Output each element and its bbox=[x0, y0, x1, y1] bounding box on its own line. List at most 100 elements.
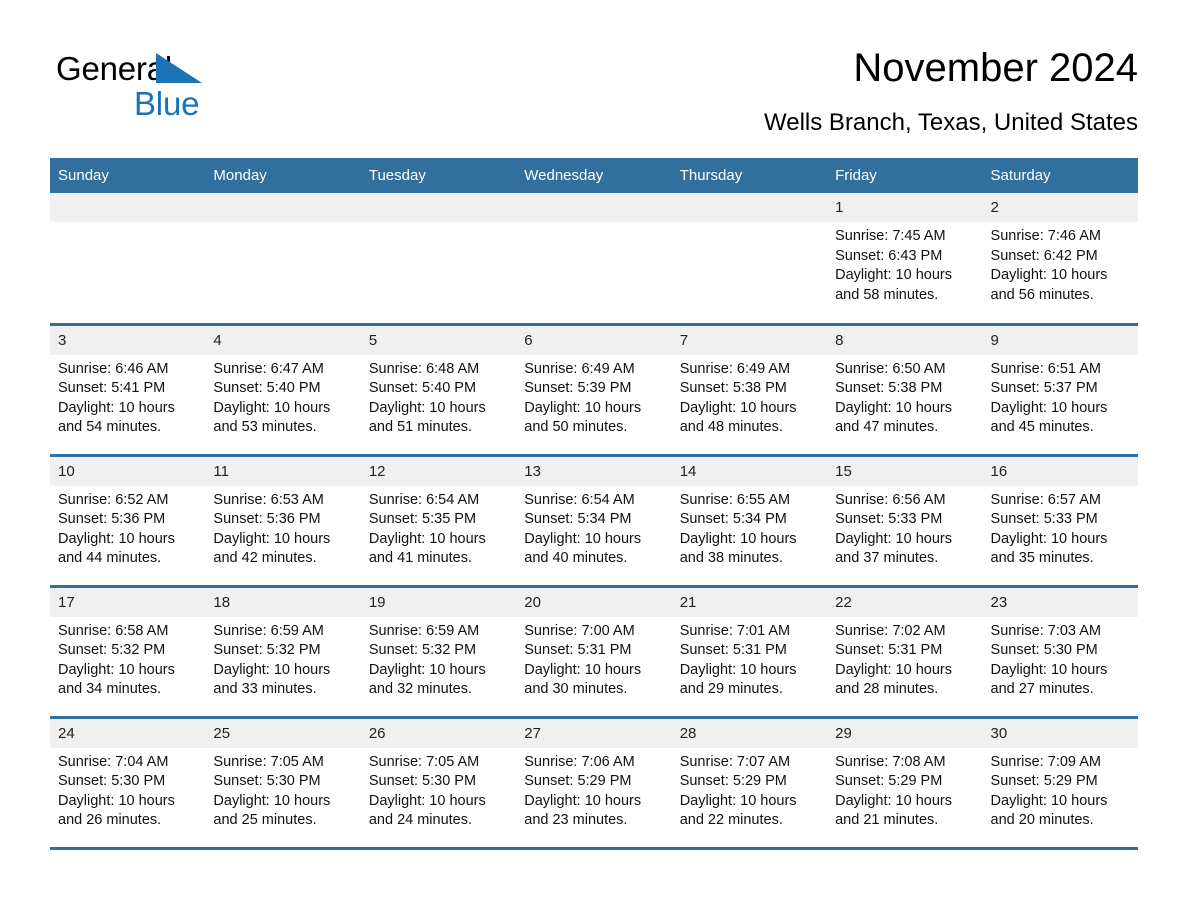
calendar-day-cell[interactable]: 1 Sunrise: 7:45 AM Sunset: 6:43 PM Daylight… bbox=[827, 193, 983, 326]
sunset-text: Sunset: 5:29 PM bbox=[679, 773, 787, 790]
day-details: Sunrise: 6:58 AM Sunset: 5:32 PM Daylight:… bbox=[50, 617, 205, 700]
sunrise-text: Sunrise: 7:09 AM bbox=[990, 753, 1101, 770]
calendar-day-cell[interactable]: 18 Sunrise: 6:59 AM Sunset: 5:32 PM Dayligh… bbox=[205, 586, 361, 719]
day-number: 17 bbox=[50, 587, 206, 617]
day-number: 11 bbox=[205, 456, 361, 486]
calendar-day-cell[interactable]: 14 Sunrise: 6:55 AM Sunset: 5:34 PM Dayligh… bbox=[671, 455, 828, 588]
sunset-text: Sunset: 5:33 PM bbox=[990, 511, 1098, 528]
calendar-day-cell[interactable]: 11 Sunrise: 6:53 AM Sunset: 5:36 PM Dayligh… bbox=[205, 455, 361, 588]
calendar-day-cell[interactable]: 3 Sunrise: 6:46 AM Sunset: 5:41 PM Daylight… bbox=[50, 324, 206, 457]
sunset-text: Sunset: 5:39 PM bbox=[524, 380, 632, 397]
daylight-text: Daylight: 10 hours and 41 minutes. bbox=[368, 530, 486, 567]
calendar-day-cell[interactable]: 6 Sunrise: 6:49 AM Sunset: 5:39 PM Daylight… bbox=[516, 324, 672, 457]
calendar-day-cell[interactable]: 7 Sunrise: 6:49 AM Sunset: 5:38 PM Daylight… bbox=[671, 324, 828, 457]
daylight-text: Daylight: 10 hours and 23 minutes. bbox=[524, 792, 642, 829]
calendar-day-cell[interactable]: 8 Sunrise: 6:50 AM Sunset: 5:38 PM Daylight… bbox=[827, 324, 983, 457]
sunset-text: Sunset: 5:35 PM bbox=[368, 511, 477, 528]
daylight-text: Daylight: 10 hours and 35 minutes. bbox=[990, 530, 1108, 567]
daylight-text: Daylight: 10 hours and 28 minutes. bbox=[835, 661, 952, 698]
sunset-text: Sunset: 5:29 PM bbox=[524, 773, 632, 790]
calendar-day-cell[interactable]: 24 Sunrise: 7:04 AM Sunset: 5:30 PM Dayligh… bbox=[50, 717, 206, 850]
calendar-day-cell[interactable]: 22 Sunrise: 7:02 AM Sunset: 5:31 PM Dayligh… bbox=[827, 586, 983, 719]
day-details: Sunrise: 6:52 AM Sunset: 5:36 PM Daylight:… bbox=[50, 486, 205, 569]
day-details: Sunrise: 7:09 AM Sunset: 5:29 PM Daylight:… bbox=[983, 748, 1138, 831]
day-details: Sunrise: 6:55 AM Sunset: 5:34 PM Daylight:… bbox=[672, 486, 827, 569]
day-number: 29 bbox=[827, 718, 983, 748]
sunset-text: Sunset: 5:36 PM bbox=[213, 511, 321, 528]
day-number: 18 bbox=[205, 587, 361, 617]
calendar-day-cell[interactable]: 20 Sunrise: 7:00 AM Sunset: 5:31 PM Dayligh… bbox=[516, 586, 672, 719]
calendar-page: General Blue November 2024 Wells Branch,… bbox=[0, 0, 1188, 918]
sunset-text: Sunset: 5:32 PM bbox=[213, 642, 321, 659]
sunset-text: Sunset: 5:32 PM bbox=[368, 642, 477, 659]
calendar-day-cell[interactable]: 25 Sunrise: 7:05 AM Sunset: 5:30 PM Dayligh… bbox=[205, 717, 361, 850]
logo-triangle-icon bbox=[156, 53, 204, 88]
daylight-text: Daylight: 10 hours and 24 minutes. bbox=[368, 792, 486, 829]
location-subtitle: Wells Branch, Texas, United States bbox=[764, 109, 1138, 136]
day-number: 5 bbox=[360, 325, 517, 355]
sunrise-text: Sunrise: 7:02 AM bbox=[835, 622, 946, 639]
calendar-day-cell[interactable]: 13 Sunrise: 6:54 AM Sunset: 5:34 PM Dayligh… bbox=[516, 455, 672, 588]
calendar-day-cell[interactable]: 15 Sunrise: 6:56 AM Sunset: 5:33 PM Dayligh… bbox=[827, 455, 983, 588]
calendar-day-cell[interactable]: 17 Sunrise: 6:58 AM Sunset: 5:32 PM Dayligh… bbox=[50, 586, 206, 719]
day-details: Sunrise: 6:47 AM Sunset: 5:40 PM Daylight:… bbox=[205, 355, 360, 438]
calendar-day-cell[interactable]: 4 Sunrise: 6:47 AM Sunset: 5:40 PM Daylight… bbox=[205, 324, 361, 457]
sunset-text: Sunset: 5:41 PM bbox=[58, 380, 166, 397]
calendar-day-cell[interactable]: 26 Sunrise: 7:05 AM Sunset: 5:30 PM Dayligh… bbox=[360, 717, 517, 850]
day-details: Sunrise: 7:01 AM Sunset: 5:31 PM Daylight:… bbox=[672, 617, 827, 700]
sunrise-text: Sunrise: 7:45 AM bbox=[835, 228, 946, 244]
calendar-day-cell[interactable]: 30 Sunrise: 7:09 AM Sunset: 5:29 PM Dayligh… bbox=[982, 717, 1138, 850]
weekday-header-saturday: Saturday bbox=[982, 158, 1138, 193]
calendar-day-cell[interactable]: 23 Sunrise: 7:03 AM Sunset: 5:30 PM Dayligh… bbox=[982, 586, 1138, 719]
calendar-day-cell[interactable]: 5 Sunrise: 6:48 AM Sunset: 5:40 PM Daylight… bbox=[360, 324, 517, 457]
calendar-day-cell[interactable]: 21 Sunrise: 7:01 AM Sunset: 5:31 PM Dayligh… bbox=[671, 586, 828, 719]
day-number bbox=[205, 193, 361, 222]
calendar-day-cell[interactable]: 2 Sunrise: 7:46 AM Sunset: 6:42 PM Daylight… bbox=[982, 193, 1138, 326]
calendar-grid: Sunday Monday Tuesday Wednesday Thursday… bbox=[50, 158, 1138, 850]
sunset-text: Sunset: 5:34 PM bbox=[679, 511, 787, 528]
sunrise-text: Sunrise: 6:54 AM bbox=[368, 491, 480, 508]
day-details: Sunrise: 6:57 AM Sunset: 5:33 PM Daylight:… bbox=[983, 486, 1138, 569]
day-details: Sunrise: 7:08 AM Sunset: 5:29 PM Daylight:… bbox=[827, 748, 982, 831]
calendar-day-cell[interactable]: 19 Sunrise: 6:59 AM Sunset: 5:32 PM Dayligh… bbox=[360, 586, 517, 719]
sunset-text: Sunset: 5:31 PM bbox=[524, 642, 632, 659]
day-details: Sunrise: 7:07 AM Sunset: 5:29 PM Daylight:… bbox=[672, 748, 827, 831]
daylight-text: Daylight: 10 hours and 38 minutes. bbox=[679, 530, 797, 567]
calendar-day-cell[interactable]: 29 Sunrise: 7:08 AM Sunset: 5:29 PM Dayligh… bbox=[827, 717, 983, 850]
daylight-text: Daylight: 10 hours and 44 minutes. bbox=[58, 530, 175, 567]
calendar-day-cell[interactable]: 27 Sunrise: 7:06 AM Sunset: 5:29 PM Dayligh… bbox=[516, 717, 672, 850]
calendar-day-cell[interactable]: 10 Sunrise: 6:52 AM Sunset: 5:36 PM Dayligh… bbox=[50, 455, 206, 588]
page-title: November 2024 bbox=[853, 46, 1138, 90]
page-header: General Blue November 2024 Wells Branch,… bbox=[50, 44, 1138, 144]
sunset-text: Sunset: 5:34 PM bbox=[524, 511, 632, 528]
logo-text-blue: Blue bbox=[134, 85, 200, 122]
day-details: Sunrise: 7:46 AM Sunset: 6:42 PM Daylight:… bbox=[983, 222, 1138, 305]
sunrise-text: Sunrise: 6:58 AM bbox=[58, 622, 169, 639]
day-number: 25 bbox=[205, 718, 361, 748]
sunrise-text: Sunrise: 7:05 AM bbox=[213, 753, 324, 770]
logo-text-general: General bbox=[56, 50, 173, 87]
sunset-text: Sunset: 5:38 PM bbox=[679, 380, 787, 397]
calendar-day-cell[interactable]: 16 Sunrise: 6:57 AM Sunset: 5:33 PM Dayligh… bbox=[982, 455, 1138, 588]
day-details: Sunrise: 7:05 AM Sunset: 5:30 PM Daylight:… bbox=[205, 748, 360, 831]
day-number bbox=[671, 193, 828, 222]
day-details: Sunrise: 6:46 AM Sunset: 5:41 PM Daylight:… bbox=[50, 355, 205, 438]
day-number: 20 bbox=[516, 587, 672, 617]
sunrise-text: Sunrise: 6:56 AM bbox=[835, 491, 946, 508]
calendar-day-cell[interactable]: 12 Sunrise: 6:54 AM Sunset: 5:35 PM Dayligh… bbox=[360, 455, 517, 588]
calendar-day-cell-empty bbox=[360, 193, 517, 326]
day-number: 4 bbox=[205, 325, 361, 355]
sunrise-text: Sunrise: 6:54 AM bbox=[524, 491, 635, 508]
calendar-day-cell[interactable]: 9 Sunrise: 6:51 AM Sunset: 5:37 PM Daylight… bbox=[982, 324, 1138, 457]
day-details: Sunrise: 7:05 AM Sunset: 5:30 PM Daylight:… bbox=[361, 748, 516, 831]
day-number: 22 bbox=[827, 587, 983, 617]
sunrise-text: Sunrise: 6:50 AM bbox=[835, 360, 946, 377]
calendar-day-cell-empty bbox=[50, 193, 206, 326]
sunset-text: Sunset: 5:31 PM bbox=[679, 642, 787, 659]
day-number: 13 bbox=[516, 456, 672, 486]
calendar-day-cell[interactable]: 28 Sunrise: 7:07 AM Sunset: 5:29 PM Dayligh… bbox=[671, 717, 828, 850]
sunrise-text: Sunrise: 6:49 AM bbox=[524, 360, 635, 377]
calendar-day-cell-empty bbox=[205, 193, 361, 326]
weekday-header-tuesday: Tuesday bbox=[360, 158, 517, 193]
day-number: 28 bbox=[671, 718, 828, 748]
